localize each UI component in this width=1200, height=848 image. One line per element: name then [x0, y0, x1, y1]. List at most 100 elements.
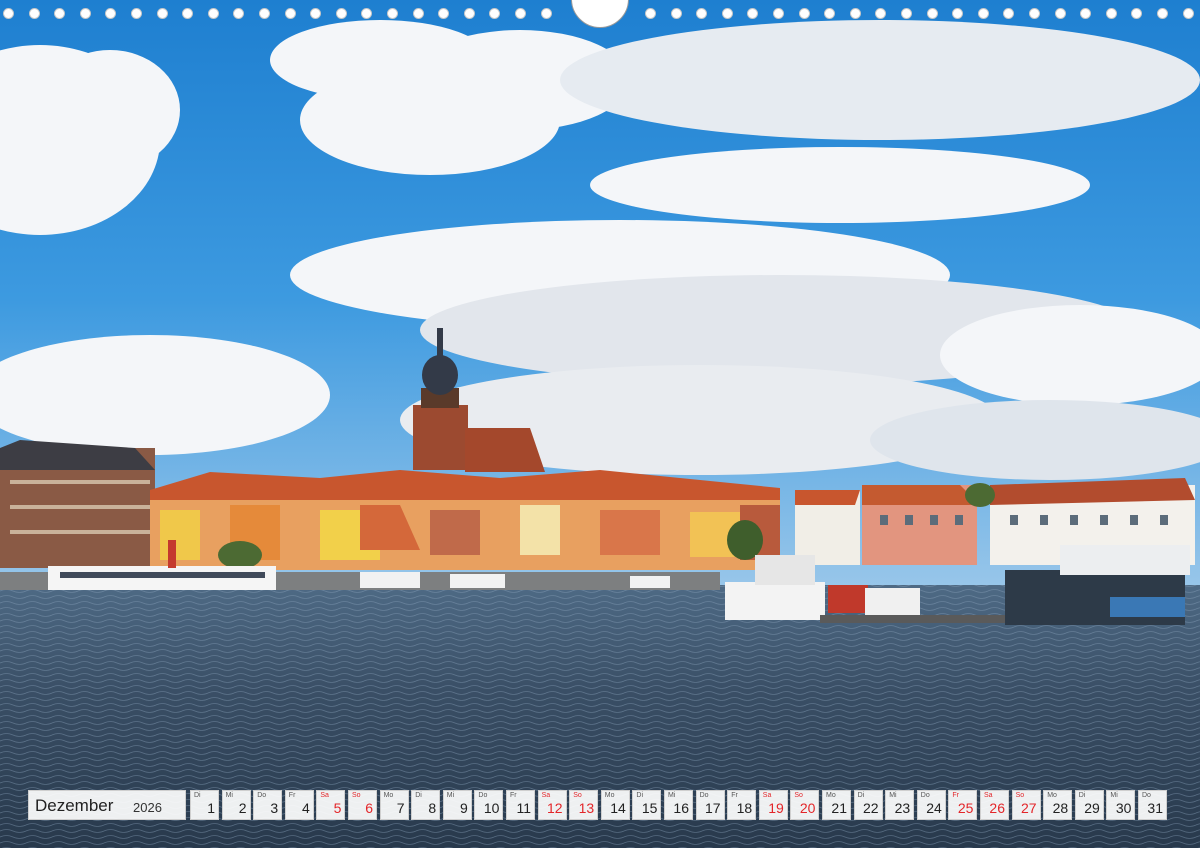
day-number: 29	[1084, 800, 1100, 816]
weekday-label: Fr	[288, 792, 296, 799]
day-cell: Mi 30	[1106, 790, 1136, 820]
day-cell: Do 17	[695, 790, 725, 820]
binding-hole	[696, 8, 707, 19]
weekday-label: Fr	[510, 792, 517, 799]
day-cell: Di 22	[853, 790, 883, 820]
weekday-label: Do	[1142, 792, 1151, 799]
binding-hole	[645, 8, 656, 19]
binding-hole	[978, 8, 989, 19]
binding-hole	[1157, 8, 1168, 19]
weekday-label: Do	[699, 792, 709, 799]
binding-hole	[413, 8, 424, 19]
day-number: 19	[768, 800, 784, 816]
day-number: 7	[396, 800, 405, 816]
weekday-label: Mo	[604, 792, 615, 799]
day-number: 9	[460, 800, 468, 816]
binding-hole	[799, 8, 810, 19]
binding-hole	[29, 8, 40, 19]
day-number: 20	[799, 800, 816, 816]
day-number: 21	[831, 800, 847, 816]
day-number: 18	[736, 800, 753, 816]
binding-hole	[875, 8, 886, 19]
day-number: 11	[516, 800, 531, 816]
weekday-label: Di	[415, 792, 422, 799]
binding-hole	[747, 8, 758, 19]
weekday-label: Di	[857, 792, 865, 799]
day-number: 15	[641, 800, 658, 816]
day-cell: Do 31	[1138, 790, 1167, 820]
binding-hole	[336, 8, 347, 19]
binding-hole	[310, 8, 321, 19]
day-number: 1	[207, 800, 215, 816]
binding-hole	[824, 8, 835, 19]
day-cell: Di 15	[632, 790, 662, 820]
weekday-label: Di	[194, 792, 201, 799]
day-number: 22	[863, 800, 879, 816]
day-cell: Mo 28	[1043, 790, 1073, 820]
day-number: 31	[1147, 800, 1163, 816]
binding-hole	[464, 8, 475, 19]
day-cell: Sa 19	[758, 790, 788, 820]
binding-hole	[233, 8, 244, 19]
day-cell: Do 10	[474, 790, 504, 820]
weekday-label: Mi	[446, 792, 455, 799]
weekday-label: Sa	[320, 792, 329, 799]
month-label-box: Dezember 2026	[28, 790, 186, 820]
binding-hole	[387, 8, 398, 19]
binding-hole	[157, 8, 168, 19]
day-cell: So 27	[1011, 790, 1041, 820]
day-cell: Sa 26	[980, 790, 1009, 820]
binding-hole	[285, 8, 296, 19]
binding-hole	[952, 8, 963, 19]
binding-hole	[1055, 8, 1066, 19]
day-number: 24	[926, 800, 942, 816]
day-number: 27	[1021, 800, 1037, 816]
day-number: 28	[1052, 800, 1069, 816]
weekday-label: Mo	[826, 792, 836, 799]
day-number: 16	[673, 800, 689, 816]
day-number: 13	[578, 800, 595, 816]
harbor-town-photo	[0, 0, 1200, 848]
day-cell: Fr 25	[948, 790, 978, 820]
binding-hole	[105, 8, 116, 19]
binding-hole	[927, 8, 938, 19]
weekday-label: Di	[1078, 792, 1086, 799]
day-number: 6	[365, 800, 373, 816]
binding-hole	[1003, 8, 1014, 19]
day-cell: Mi 9	[442, 790, 472, 820]
binding-hole	[208, 8, 219, 19]
weekday-label: Mi	[225, 792, 233, 799]
weekday-label: Di	[636, 792, 644, 799]
binding-hole	[1106, 8, 1117, 19]
binding-hole	[850, 8, 861, 19]
day-number: 25	[957, 800, 974, 816]
binding-hole	[671, 8, 682, 19]
day-cell: Do 3	[253, 790, 283, 820]
month-name: Dezember	[35, 796, 114, 815]
binding-hole	[901, 8, 912, 19]
day-number: 5	[333, 800, 342, 816]
weekday-label: Mi	[668, 792, 676, 799]
day-number: 4	[302, 800, 310, 816]
weekday-label: Fr	[952, 792, 959, 799]
binding-hole	[54, 8, 65, 19]
weekday-label: So	[573, 792, 582, 799]
weekday-label: Sa	[984, 792, 993, 799]
binding-hole	[80, 8, 91, 19]
day-number: 2	[238, 800, 247, 816]
day-cell: So 20	[790, 790, 820, 820]
binding-hole	[361, 8, 372, 19]
binding-hole	[131, 8, 142, 19]
day-cell: So 6	[348, 790, 377, 820]
weekday-label: Do	[257, 792, 267, 799]
day-number: 10	[483, 800, 500, 816]
day-cell: Mi 23	[885, 790, 915, 820]
weekday-label: Mi	[1110, 792, 1118, 799]
weekday-label: Sa	[541, 792, 551, 799]
day-cell: Mo 21	[822, 790, 851, 820]
day-cell: So 13	[569, 790, 599, 820]
weekday-label: Do	[920, 792, 930, 799]
day-number: 26	[989, 800, 1005, 816]
day-cell: Di 8	[411, 790, 441, 820]
binding-hole	[3, 8, 14, 19]
